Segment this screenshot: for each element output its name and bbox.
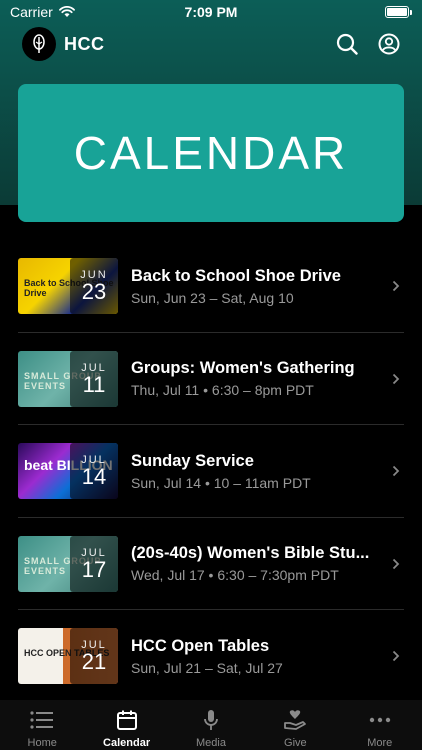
status-time: 7:09 PM: [184, 4, 238, 20]
tab-label: Media: [195, 737, 226, 749]
give-hand-heart-icon: [283, 708, 307, 732]
tab-label: More: [367, 737, 393, 749]
event-date-badge: JUL 17: [70, 535, 118, 592]
event-thumbnail: Back to School Shoe Drive JUN 23: [18, 258, 118, 315]
event-day: 17: [81, 556, 107, 582]
event-date-badge: JUL 14: [70, 443, 118, 500]
status-bar: Carrier 7:09 PM: [0, 0, 422, 24]
tab-label: Home: [27, 737, 57, 749]
tab-bar: Home Calendar Media Give More: [0, 700, 422, 750]
tab-label: Calendar: [103, 737, 151, 749]
calendar-banner: CALENDAR: [18, 84, 404, 222]
event-date-badge: JUN 23: [70, 258, 118, 315]
chevron-right-icon: [392, 558, 400, 570]
event-date-badge: JUL 11: [70, 350, 118, 407]
chevron-right-icon: [392, 650, 400, 662]
tab-more[interactable]: More: [338, 708, 422, 749]
tab-label: Give: [284, 737, 307, 749]
event-day: 23: [81, 279, 107, 305]
wifi-icon: [58, 6, 75, 17]
chevron-right-icon: [392, 373, 400, 385]
list-icon: [30, 708, 54, 732]
event-date-range: Sun, Jun 23 – Sat, Aug 10: [131, 289, 294, 306]
event-thumbnail: beat BILLION JUL 14: [18, 443, 118, 500]
event-title: HCC Open Tables: [131, 636, 270, 655]
event-thumbnail: SMALL GROUP EVENTS JUL 11: [18, 350, 118, 407]
event-day: 21: [81, 649, 107, 675]
event-date-range: Sun, Jul 14 • 10 – 11am PDT: [131, 474, 311, 491]
profile-icon[interactable]: [378, 33, 400, 55]
tab-give[interactable]: Give: [253, 708, 337, 749]
tab-home[interactable]: Home: [0, 708, 84, 749]
banner-title: CALENDAR: [73, 127, 349, 179]
event-list: Back to School Shoe Drive JUN 23 Back to…: [0, 240, 422, 703]
event-list-item[interactable]: SMALL GROUP EVENTS JUL 11 Groups: Women'…: [0, 333, 422, 425]
event-title: Sunday Service: [131, 451, 254, 470]
event-date-range: Sun, Jul 21 – Sat, Jul 27: [131, 659, 283, 676]
event-title: Groups: Women's Gathering: [131, 359, 355, 378]
app-title: HCC: [64, 33, 105, 54]
calendar-icon: [116, 708, 138, 732]
app-bar: HCC: [22, 26, 400, 62]
carrier-label: Carrier: [10, 4, 53, 20]
chevron-right-icon: [392, 465, 400, 477]
event-thumbnail: SMALL GROUP EVENTS JUL 17: [18, 535, 118, 592]
event-list-item[interactable]: beat BILLION JUL 14 Sunday Service Sun, …: [0, 425, 422, 518]
event-day: 11: [82, 371, 106, 397]
event-title: Back to School Shoe Drive: [131, 266, 341, 285]
more-dots-icon: [369, 708, 391, 732]
search-icon[interactable]: [336, 33, 358, 55]
event-list-item[interactable]: HCC OPEN TABLES JUL 21 HCC Open Tables S…: [0, 610, 422, 703]
event-list-item[interactable]: Back to School Shoe Drive JUN 23 Back to…: [0, 240, 422, 333]
event-date-badge: JUL 21: [70, 628, 118, 685]
event-day: 14: [81, 464, 107, 490]
tab-media[interactable]: Media: [169, 708, 253, 749]
event-date-range: Wed, Jul 17 • 6:30 – 7:30pm PDT: [131, 567, 339, 584]
event-title: (20s-40s) Women's Bible Stu...: [131, 544, 370, 563]
church-logo-icon[interactable]: [22, 27, 56, 61]
event-thumbnail: HCC OPEN TABLES JUL 21: [18, 628, 118, 685]
event-list-item[interactable]: SMALL GROUP EVENTS JUL 17 (20s-40s) Wome…: [0, 518, 422, 610]
event-date-range: Thu, Jul 11 • 6:30 – 8pm PDT: [131, 382, 314, 399]
tab-calendar[interactable]: Calendar: [85, 708, 169, 749]
chevron-right-icon: [392, 280, 400, 292]
battery-icon: [385, 6, 412, 18]
microphone-icon: [203, 708, 219, 732]
